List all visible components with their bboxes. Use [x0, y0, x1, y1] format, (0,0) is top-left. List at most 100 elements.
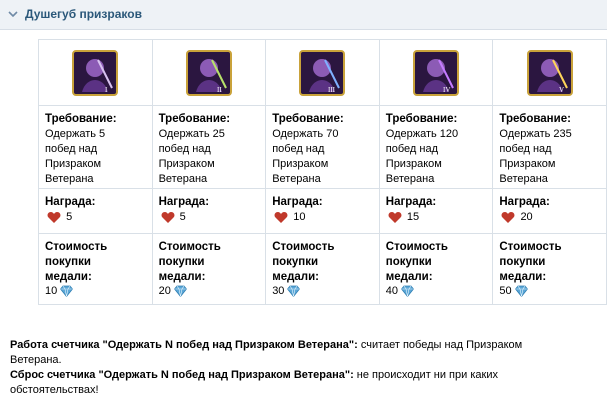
counter-note-title: Работа счетчика "Одержать N побед над Пр…: [10, 339, 358, 351]
requirement-line: Ветерана: [45, 173, 94, 185]
section-title: Душегуб призраков: [25, 7, 142, 21]
counter-note-text: считает победы над Призраком: [357, 339, 523, 351]
gem-icon: [287, 285, 301, 298]
requirement-line: Одержать 235: [499, 128, 572, 140]
cost-label: Стоимость: [158, 241, 221, 253]
cost-label: медали:: [158, 271, 206, 283]
requirement-line: Ветерана: [272, 173, 321, 185]
requirement-line: Призраком: [499, 158, 556, 170]
cost-label: медали:: [385, 271, 433, 283]
reward-value: 10: [293, 211, 306, 223]
requirement-line: Одержать 120: [385, 128, 459, 140]
heart-icon: [161, 212, 175, 223]
reward-value: 15: [406, 211, 420, 223]
requirement-line: побед над: [499, 143, 552, 155]
cost-label: Стоимость: [499, 241, 562, 253]
footer-notes: Работа счетчика "Одержать N побед над Пр…: [10, 338, 600, 398]
counter-note: Работа счетчика "Одержать N побед над Пр…: [10, 338, 600, 368]
requirement-line: побед над: [158, 143, 211, 155]
requirement-cell-4: Требование: Одержать 120 побед над Призр…: [378, 105, 494, 189]
requirement-label: Требование:: [272, 113, 344, 125]
cost-label: Стоимость: [385, 241, 448, 253]
medal-cell-2: II: [151, 39, 267, 106]
medal-cell-5: V: [492, 39, 607, 106]
reward-value: 20: [520, 211, 533, 223]
requirement-line: Одержать 70: [272, 128, 339, 140]
medal-icon-5: V: [526, 49, 573, 96]
medal-cell-1: I: [38, 39, 153, 106]
reward-cell-1: Награда: 5: [38, 188, 153, 234]
cost-label: Стоимость: [45, 241, 108, 253]
heart-icon: [47, 212, 61, 223]
heart-icon: [388, 212, 402, 223]
reward-value: 5: [179, 211, 186, 223]
medal-icon-2: II: [185, 49, 232, 96]
requirement-cell-3: Требование: Одержать 70 побед над Призра…: [265, 105, 380, 189]
requirement-line: Ветерана: [158, 173, 208, 185]
requirement-line: побед над: [385, 143, 438, 155]
reward-label: Награда:: [158, 196, 210, 208]
cost-value: 30: [272, 285, 285, 298]
reward-cell-4: Награда: 15: [378, 188, 494, 234]
reward-cell-2: Награда: 5: [151, 188, 267, 234]
reset-note-text-2: обстоятельствах!: [10, 384, 99, 396]
requirement-label: Требование:: [45, 113, 117, 125]
requirement-line: Ветерана: [385, 173, 435, 185]
cost-value: 50: [499, 285, 512, 298]
cost-label: покупки: [45, 256, 91, 268]
cost-value: 40: [385, 285, 399, 298]
counter-note-text-2: Ветерана.: [10, 354, 62, 366]
cost-cell-1: Стоимость покупки медали: 10: [38, 233, 153, 305]
cost-label: Стоимость: [272, 241, 335, 253]
reset-note: Сброс счетчика "Одержать N побед над При…: [10, 368, 600, 398]
svg-text:II: II: [217, 86, 222, 94]
cost-label: покупки: [272, 256, 319, 268]
requirement-label: Требование:: [158, 113, 231, 125]
reward-label: Награда:: [499, 196, 550, 208]
requirement-line: Ветерана: [499, 173, 548, 185]
requirement-line: Призраком: [385, 158, 442, 170]
gem-icon: [173, 285, 187, 298]
cost-label: покупки: [385, 256, 432, 268]
requirement-line: побед над: [45, 143, 98, 155]
cost-label: медали:: [45, 271, 92, 283]
requirement-line: побед над: [272, 143, 325, 155]
reward-cell-3: Награда: 10: [265, 188, 380, 234]
cost-value: 10: [45, 285, 58, 298]
cost-label: медали:: [499, 271, 547, 283]
svg-text:IV: IV: [443, 86, 450, 94]
gem-icon: [514, 285, 528, 298]
requirement-line: Призраком: [272, 158, 329, 170]
medal-table: I II III IV V Требование: Одержать 5 поб…: [38, 39, 607, 305]
heart-icon: [501, 212, 515, 223]
requirement-line: Одержать 5: [45, 128, 106, 140]
gem-icon: [60, 285, 74, 298]
requirement-line: Одержать 25: [158, 128, 225, 140]
cost-cell-4: Стоимость покупки медали: 40: [378, 233, 494, 305]
chevron-down-icon: [8, 11, 18, 18]
medal-cell-4: IV: [378, 39, 494, 106]
medal-icon-4: IV: [413, 49, 460, 96]
svg-text:III: III: [328, 86, 336, 94]
requirement-label: Требование:: [385, 113, 458, 125]
requirement-label: Требование:: [499, 113, 571, 125]
requirement-cell-2: Требование: Одержать 25 побед над Призра…: [151, 105, 267, 189]
cost-label: покупки: [158, 256, 205, 268]
cost-label: покупки: [499, 256, 546, 268]
cost-cell-2: Стоимость покупки медали: 20: [151, 233, 267, 305]
section-header[interactable]: Душегуб призраков: [0, 0, 607, 30]
reward-label: Награда:: [272, 196, 323, 208]
cost-label: медали:: [272, 271, 319, 283]
gem-icon: [401, 285, 415, 298]
svg-text:V: V: [559, 86, 564, 94]
cost-cell-5: Стоимость покупки медали: 50: [492, 233, 607, 305]
requirement-cell-1: Требование: Одержать 5 побед над Призрак…: [38, 105, 153, 189]
cost-value: 20: [158, 285, 171, 298]
reward-label: Награда:: [385, 196, 437, 208]
cost-cell-3: Стоимость покупки медали: 30: [265, 233, 380, 305]
medal-cell-3: III: [265, 39, 380, 106]
reward-cell-5: Награда: 20: [492, 188, 607, 234]
requirement-cell-5: Требование: Одержать 235 побед над Призр…: [492, 105, 607, 189]
reset-note-text: не происходит ни при каких: [353, 369, 498, 381]
reward-value: 5: [66, 211, 73, 223]
